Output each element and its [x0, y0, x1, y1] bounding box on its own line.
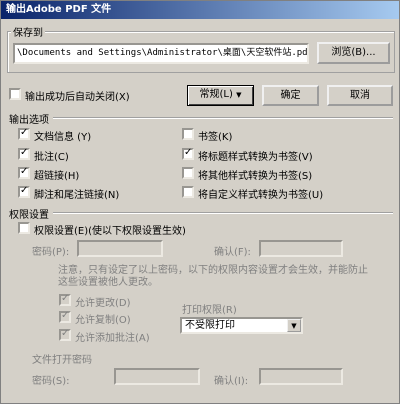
password-label: 密码(P):: [32, 247, 70, 258]
confirm-field[interactable]: [259, 240, 343, 257]
footnote-links-checkbox[interactable]: [18, 185, 30, 198]
ok-button[interactable]: 确定: [262, 85, 319, 106]
hyperlinks-checkbox[interactable]: [18, 166, 30, 179]
hyperlinks-label: 超链接(H): [34, 171, 80, 182]
comments-label: 批注(C): [34, 152, 69, 163]
general-button-label: 常规(L): [199, 89, 233, 100]
cancel-button[interactable]: 取消: [327, 85, 393, 106]
footnote-links-label: 脚注和尾注链接(N): [34, 190, 120, 201]
doc-info-label: 文档信息 (Y): [34, 132, 92, 143]
open-password-field[interactable]: [114, 368, 200, 385]
output-options-label: 输出选项: [9, 115, 49, 126]
window-title: 输出Adobe PDF 文件: [1, 1, 399, 19]
allow-annot-checkbox[interactable]: [59, 328, 71, 341]
save-path-input[interactable]: \Documents and Settings\Administrator\桌面…: [13, 43, 309, 64]
auto-close-checkbox[interactable]: [9, 88, 21, 100]
output-options-divider: [53, 117, 393, 119]
print-permission-label: 打印权限(R): [182, 305, 237, 316]
heading-to-bookmark-checkbox[interactable]: [182, 147, 194, 160]
auto-close-label: 输出成功后自动关闭(X): [25, 92, 130, 103]
open-password-label: 文件打开密码: [32, 355, 92, 366]
chevron-down-icon: ▼: [236, 91, 242, 99]
chevron-down-icon[interactable]: ▼: [287, 319, 301, 332]
allow-copy-label: 允许复制(O): [75, 315, 131, 326]
comments-checkbox[interactable]: [18, 147, 30, 160]
permissions-enable-label: 权限设置(E)(使以下权限设置生效): [34, 226, 186, 237]
other-to-bookmark-label: 将其他样式转换为书签(S): [198, 171, 313, 182]
allow-edit-checkbox[interactable]: [59, 293, 71, 306]
export-pdf-dialog: 输出Adobe PDF 文件 保存到 \Documents and Settin…: [0, 0, 400, 404]
permissions-label: 权限设置: [9, 210, 49, 221]
permissions-note: 注意，只有设定了以上密码，以下的权限内容设置才会生效，并能防止这些设置被他人更改…: [58, 265, 368, 288]
open-confirm-label: 确认(I):: [214, 376, 249, 387]
allow-copy-checkbox[interactable]: [59, 310, 71, 323]
allow-edit-label: 允许更改(D): [75, 298, 131, 309]
bookmarks-label: 书签(K): [198, 132, 233, 143]
confirm-label: 确认(F):: [214, 247, 251, 258]
password-field[interactable]: [77, 240, 163, 257]
save-to-label: 保存到: [11, 24, 45, 39]
doc-info-checkbox[interactable]: [18, 127, 30, 140]
browse-button[interactable]: 浏览(B)...: [317, 42, 390, 64]
print-permission-select[interactable]: 不受限打印 ▼: [180, 317, 303, 334]
open-password-field-label: 密码(S):: [32, 376, 70, 387]
permissions-enable-checkbox[interactable]: [18, 222, 30, 234]
print-permission-value: 不受限打印: [185, 320, 235, 331]
other-to-bookmark-checkbox[interactable]: [182, 167, 194, 179]
permissions-divider: [53, 212, 393, 214]
open-confirm-field[interactable]: [259, 368, 343, 385]
bookmarks-checkbox[interactable]: [182, 128, 194, 140]
custom-to-bookmark-checkbox[interactable]: [182, 186, 194, 198]
allow-annot-label: 允许添加批注(A): [75, 333, 150, 344]
general-button[interactable]: 常规(L) ▼: [187, 85, 254, 106]
custom-to-bookmark-label: 将自定义样式转换为书签(U): [198, 190, 324, 201]
heading-to-bookmark-label: 将标题样式转换为书签(V): [198, 152, 313, 163]
